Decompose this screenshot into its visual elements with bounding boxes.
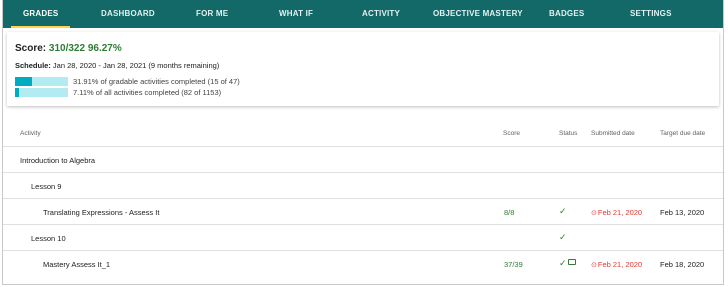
- schedule-label: Schedule:: [15, 61, 51, 70]
- comment-icon[interactable]: [567, 259, 576, 265]
- col-score[interactable]: Score: [503, 130, 520, 137]
- check-icon: ✓: [559, 232, 567, 242]
- check-icon: ✓: [559, 258, 576, 269]
- table-row[interactable]: Lesson 10 ✓: [3, 225, 723, 251]
- row-submitted-late: ⊙ Feb 21, 2020: [591, 208, 642, 217]
- col-activity[interactable]: Activity: [20, 130, 41, 137]
- tab-objective-mastery[interactable]: OBJECTIVE MASTERY: [433, 0, 523, 28]
- tab-activity[interactable]: ACTIVITY: [362, 0, 400, 28]
- table-row[interactable]: Translating Expressions - Assess It 8/8 …: [3, 199, 723, 225]
- table-row[interactable]: Mastery Assess It_1 37/39 ✓ ⊙ Feb 21, 202…: [3, 251, 723, 277]
- tab-what-if[interactable]: WHAT IF: [279, 0, 313, 28]
- row-activity: Lesson 9: [31, 182, 62, 191]
- col-target[interactable]: Target due date: [660, 130, 705, 137]
- tab-grades[interactable]: GRADES: [10, 0, 72, 28]
- gradable-progress-bar: [15, 77, 68, 86]
- tab-for-me[interactable]: FOR ME: [196, 0, 228, 28]
- check-icon: ✓: [559, 206, 567, 216]
- all-progress-fill: [15, 88, 19, 97]
- score-value: 310/322 96.27%: [48, 43, 122, 54]
- row-score: 8/8: [504, 208, 515, 217]
- gradable-progress-text: 31.91% of gradable activities completed …: [73, 77, 240, 86]
- row-activity-link[interactable]: Mastery Assess It_1: [43, 260, 110, 269]
- table-row[interactable]: Lesson 9: [3, 173, 723, 199]
- tab-settings[interactable]: SETTINGS: [630, 0, 672, 28]
- row-activity: Introduction to Algebra: [20, 156, 96, 165]
- all-progress-bar: [15, 88, 68, 97]
- col-submitted[interactable]: Submitted date: [591, 130, 635, 137]
- score-line: Score: 310/322 96.27%: [15, 43, 122, 54]
- clock-icon: ⊙: [591, 261, 597, 269]
- clock-icon: ⊙: [591, 209, 597, 217]
- tab-dashboard[interactable]: DASHBOARD: [101, 0, 155, 28]
- gradebook-frame: GRADES DASHBOARD FOR ME WHAT IF ACTIVITY…: [2, 0, 724, 285]
- row-target: Feb 18, 2020: [660, 260, 705, 269]
- all-progress: 7.11% of all activities completed (82 of…: [15, 88, 221, 97]
- schedule-value: Jan 28, 2020 - Jan 28, 2021 (9 months re…: [50, 61, 220, 70]
- row-score: 37/39: [504, 260, 523, 269]
- all-progress-text: 7.11% of all activities completed (82 of…: [73, 88, 222, 97]
- row-submitted-late: ⊙ Feb 21, 2020: [591, 260, 642, 269]
- table-row[interactable]: Introduction to Algebra: [3, 147, 723, 173]
- row-activity: Lesson 10: [31, 234, 66, 243]
- schedule-line: Schedule: Jan 28, 2020 - Jan 28, 2021 (9…: [15, 61, 219, 70]
- table-header: Activity Score Status Submitted date Tar…: [3, 121, 723, 147]
- tab-badges[interactable]: BADGES: [549, 0, 584, 28]
- gradable-progress: 31.91% of gradable activities completed …: [15, 77, 240, 86]
- row-target: Feb 13, 2020: [660, 208, 705, 217]
- row-activity-link[interactable]: Translating Expressions - Assess It: [43, 208, 159, 217]
- top-nav: GRADES DASHBOARD FOR ME WHAT IF ACTIVITY…: [3, 0, 723, 28]
- row-submitted: Feb 21, 2020: [597, 208, 643, 217]
- score-label: Score:: [15, 43, 49, 54]
- summary-card: Score: 310/322 96.27% Schedule: Jan 28, …: [7, 32, 719, 106]
- col-status[interactable]: Status: [559, 130, 577, 137]
- row-submitted: Feb 21, 2020: [597, 260, 643, 269]
- gradable-progress-fill: [15, 77, 32, 86]
